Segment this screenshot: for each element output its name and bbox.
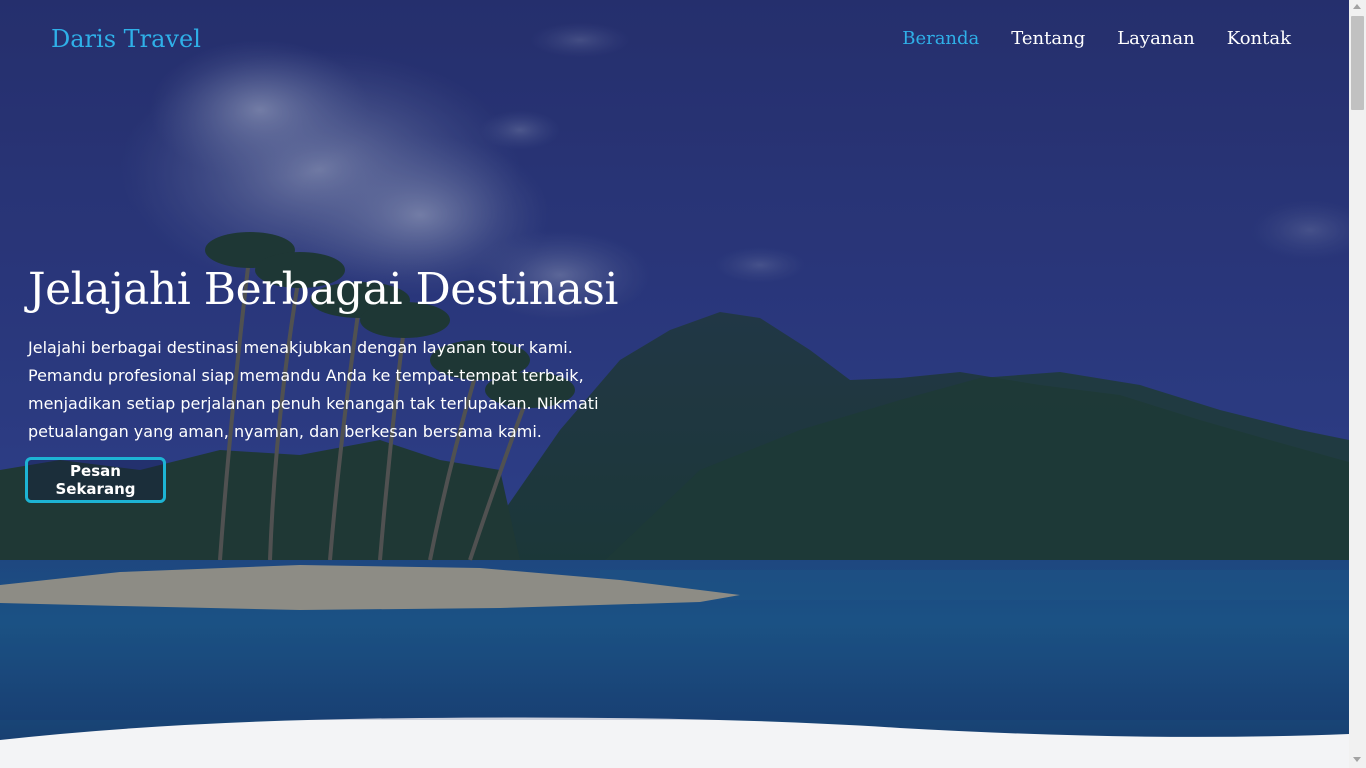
nav-link-layanan[interactable]: Layanan	[1117, 24, 1195, 54]
scroll-up-arrow-icon[interactable]	[1353, 4, 1361, 9]
nav-links: Beranda Tentang Layanan Kontak	[902, 24, 1291, 54]
scroll-down-arrow-icon[interactable]	[1353, 757, 1361, 762]
nav-link-kontak[interactable]: Kontak	[1227, 24, 1291, 54]
browser-viewport: Daris Travel Beranda Tentang Layanan Kon…	[0, 0, 1366, 768]
hero-title: Jelajahi Berbagai Destinasi	[28, 264, 618, 315]
nav-link-beranda[interactable]: Beranda	[902, 24, 979, 54]
scrollbar-track[interactable]	[1349, 0, 1366, 768]
pesan-sekarang-button[interactable]: Pesan Sekarang	[25, 457, 166, 503]
hero-description: Jelajahi berbagai destinasi menakjubkan …	[28, 338, 599, 441]
scrollbar-thumb[interactable]	[1351, 16, 1364, 110]
hero-content: Jelajahi Berbagai Destinasi Jelajahi ber…	[28, 260, 628, 446]
navbar: Daris Travel Beranda Tentang Layanan Kon…	[0, 0, 1349, 78]
brand-logo-link[interactable]: Daris Travel	[51, 22, 201, 56]
hero-section: Daris Travel Beranda Tentang Layanan Kon…	[0, 0, 1349, 768]
nav-link-tentang[interactable]: Tentang	[1011, 24, 1085, 54]
